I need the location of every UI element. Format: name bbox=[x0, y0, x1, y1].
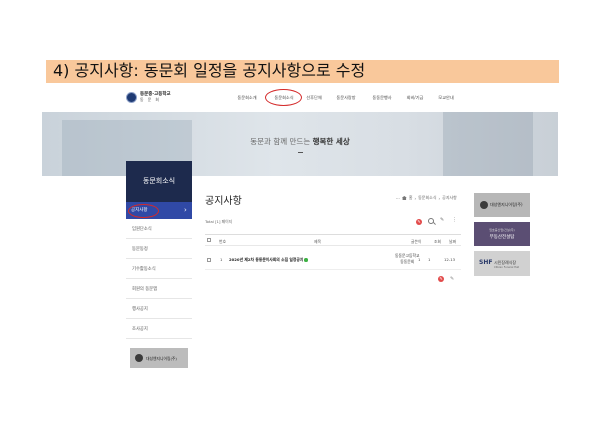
row-author-line1: 동동문고등학교 bbox=[395, 253, 420, 258]
ad-banner-3-logo: SHF bbox=[479, 259, 493, 266]
breadcrumb-separator: › bbox=[438, 195, 441, 201]
gnb-item-school[interactable]: 모교안내 bbox=[438, 95, 453, 101]
table-header: 번호 제목 글쓴이 조회 날짜 bbox=[205, 234, 461, 246]
bottom-toolbar: ✎ ✎ bbox=[438, 276, 454, 282]
lnb-item-label: 회원의 동문앱 bbox=[132, 287, 158, 292]
edit-icon[interactable]: ✎ bbox=[450, 276, 454, 282]
row-files: 1 bbox=[418, 257, 421, 262]
lnb-ad-text: 대성엔지니어링(주) bbox=[146, 356, 177, 361]
row-author: 동동문고등학교 동동문회 bbox=[395, 253, 419, 264]
lnb-item-condolence-notice[interactable]: 조사공지 bbox=[126, 320, 192, 339]
lnb-item-alumni-news[interactable]: 동문동정 bbox=[126, 240, 192, 259]
total-count: Total [1] 페이지 bbox=[205, 219, 233, 224]
banner-slogan-prefix: 동문과 함께 만드는 bbox=[250, 137, 313, 146]
row-views: 1 bbox=[428, 257, 431, 262]
search-icon[interactable] bbox=[428, 218, 434, 224]
ad-banner-2-subtext: 임호중산업/건설(주) bbox=[489, 228, 515, 232]
lnb-item-executive-news[interactable]: 임원단소식 bbox=[126, 220, 192, 239]
lnb-item-event-notice[interactable]: 행사공지 bbox=[126, 300, 192, 319]
banner-slogan: 동문과 함께 만드는 행복한 세상 bbox=[42, 136, 558, 147]
gnb-item-groups[interactable]: 선후단체 bbox=[306, 95, 321, 101]
page-title: 공지사항 bbox=[205, 196, 242, 207]
gnb-item-fees[interactable]: 회비/기금 bbox=[407, 95, 424, 101]
row-number: 1 bbox=[220, 257, 223, 262]
table-row[interactable]: 1 2020년 제2차 동동문이사회의 소집 일정공지 동동문고등학교 동동문회 … bbox=[205, 250, 461, 270]
banner-divider bbox=[298, 152, 303, 153]
more-icon[interactable]: ⋮ bbox=[452, 217, 457, 223]
breadcrumb-separator: › bbox=[414, 195, 417, 201]
lnb-item-label: 조사공지 bbox=[132, 327, 148, 332]
lnb-item-member-app[interactable]: 회원의 동문앱 bbox=[126, 280, 192, 299]
col-date: 날짜 bbox=[449, 239, 456, 244]
col-no: 번호 bbox=[219, 239, 226, 244]
ad-banner-2-text: 부동산전설탐 bbox=[489, 235, 515, 240]
lnb-ad-banner[interactable]: 대성엔지니어링(주) bbox=[130, 348, 188, 368]
highlight-circle-gnb bbox=[265, 89, 302, 106]
row-subject-text[interactable]: 2020년 제2차 동동문이사회의 소집 일정공지 bbox=[229, 257, 303, 262]
gnb-item-lounge[interactable]: 동문사랑방 bbox=[336, 95, 355, 101]
row-date: 12-13 bbox=[444, 257, 456, 262]
select-all-checkbox[interactable] bbox=[207, 238, 211, 242]
slide-title-bar: 4) 공지사항: 동문회 일정을 공지사항으로 수정 bbox=[46, 60, 559, 83]
slide-title: 4) 공지사항: 동문회 일정을 공지사항으로 수정 bbox=[53, 61, 366, 80]
lnb-item-label: 임원단소식 bbox=[132, 227, 152, 232]
ad-banner-3[interactable]: SHF 시민장례식장 Citizen Funeral Hall bbox=[474, 251, 530, 276]
breadcrumb-more: ··· bbox=[396, 195, 400, 201]
gnb-item-events[interactable]: 동동문행사 bbox=[372, 95, 391, 101]
highlight-circle-lnb bbox=[128, 204, 159, 218]
breadcrumb-item[interactable]: 홈 bbox=[409, 195, 413, 201]
company-logo-icon bbox=[135, 354, 143, 362]
lnb-item-label: 동문동정 bbox=[132, 247, 148, 252]
breadcrumb-item[interactable]: 동문회소식 bbox=[418, 195, 436, 201]
row-author-line2: 동동문회 bbox=[400, 258, 415, 264]
breadcrumb-item[interactable]: 공지사항 bbox=[442, 195, 457, 201]
write-icon[interactable]: ✎ bbox=[416, 219, 422, 225]
col-views: 조회 bbox=[434, 239, 441, 244]
banner-slogan-emphasis: 행복한 세상 bbox=[312, 137, 350, 146]
col-author: 글쓴이 bbox=[411, 239, 422, 244]
ad-banner-1[interactable]: 대성엔지니어링(주) bbox=[474, 193, 530, 217]
row-subject[interactable]: 2020년 제2차 동동문이사회의 소집 일정공지 bbox=[229, 257, 308, 263]
write-icon[interactable]: ✎ bbox=[438, 276, 444, 282]
new-badge-icon bbox=[304, 258, 308, 262]
lnb-item-label: 행사공지 bbox=[132, 307, 148, 312]
lnb-item-label: 기수활동소식 bbox=[132, 267, 156, 272]
row-checkbox[interactable] bbox=[207, 258, 211, 262]
home-icon[interactable] bbox=[401, 196, 407, 200]
ad-banner-1-text: 대성엔지니어링(주) bbox=[490, 202, 523, 207]
col-subject: 제목 bbox=[314, 239, 321, 244]
company-logo-icon bbox=[480, 201, 488, 209]
gnb-item-about[interactable]: 동문회소개 bbox=[237, 95, 256, 101]
lnb-item-class-activity[interactable]: 기수활동소식 bbox=[126, 260, 192, 279]
edit-icon[interactable]: ✎ bbox=[440, 217, 444, 223]
breadcrumb: ··· 홈 › 동문회소식 › 공지사항 bbox=[396, 195, 457, 201]
ad-banner-3-subtext: Citizen Funeral Hall bbox=[494, 266, 520, 269]
notice-table: 번호 제목 글쓴이 조회 날짜 1 2020년 제2차 동동문이사회의 소집 일… bbox=[205, 234, 461, 282]
lnb-title: 동문회소식 bbox=[126, 161, 192, 202]
hero-banner: 동문과 함께 만드는 행복한 세상 bbox=[42, 112, 558, 176]
ad-banner-2[interactable]: 임호중산업/건설(주) 부동산전설탐 bbox=[474, 222, 530, 246]
arrow-right-icon: › bbox=[184, 206, 187, 214]
